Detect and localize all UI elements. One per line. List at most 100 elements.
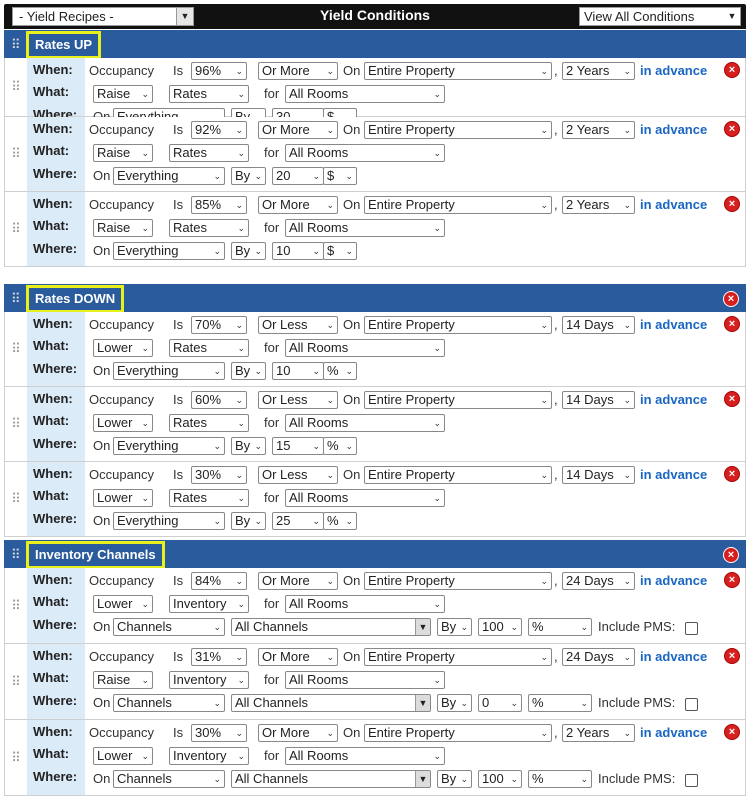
drag-handle-icon[interactable]: ⠿ — [5, 644, 27, 719]
comparison-select[interactable]: Or Less ⌄ — [258, 316, 338, 334]
occupancy-select[interactable]: 85% ⌄ — [191, 196, 247, 214]
by-select[interactable]: By⌄ — [437, 694, 472, 712]
property-select[interactable]: Entire Property ⌄ — [364, 572, 552, 590]
unit-select[interactable]: % ⌄ — [528, 694, 592, 712]
unit-select[interactable]: $⌄ — [323, 167, 357, 185]
target-select[interactable]: Rates ⌄ — [169, 414, 249, 432]
action-select[interactable]: Raise ⌄ — [93, 219, 153, 237]
include-pms-checkbox[interactable] — [685, 774, 698, 787]
by-select[interactable]: By⌄ — [437, 618, 472, 636]
advance-select[interactable]: 2 Years ⌄ — [562, 121, 635, 139]
in-advance-link[interactable]: in advance — [640, 315, 707, 335]
by-select[interactable]: By⌄ — [231, 437, 266, 455]
comparison-select[interactable]: Or More ⌄ — [258, 121, 338, 139]
in-advance-link[interactable]: in advance — [640, 647, 707, 667]
delete-icon[interactable]: × — [724, 196, 740, 212]
delete-icon[interactable]: × — [723, 291, 739, 307]
by-select[interactable]: By⌄ — [231, 242, 266, 260]
target-select[interactable]: Rates ⌄ — [169, 339, 249, 357]
rooms-select[interactable]: All Rooms ⌄ — [285, 85, 445, 103]
target-select[interactable]: Rates ⌄ — [169, 144, 249, 162]
property-select[interactable]: Entire Property ⌄ — [364, 316, 552, 334]
in-advance-link[interactable]: in advance — [640, 723, 707, 743]
rooms-select[interactable]: All Rooms ⌄ — [285, 144, 445, 162]
unit-select[interactable]: % ⌄ — [528, 770, 592, 788]
property-select[interactable]: Entire Property ⌄ — [364, 391, 552, 409]
by-select[interactable]: By⌄ — [231, 167, 266, 185]
occupancy-select[interactable]: 84% ⌄ — [191, 572, 247, 590]
in-advance-link[interactable]: in advance — [640, 390, 707, 410]
on-select[interactable]: Channels ⌄ — [113, 770, 225, 788]
channels-select[interactable]: All Channels ▼ — [231, 618, 431, 636]
on-select[interactable]: Everything ⌄ — [113, 437, 225, 455]
by-select[interactable]: By⌄ — [437, 770, 472, 788]
drag-handle-icon[interactable]: ⠿ — [5, 192, 27, 266]
drag-handle-icon[interactable]: ⠿ — [11, 547, 21, 563]
on-select[interactable]: Channels ⌄ — [113, 694, 225, 712]
delete-icon[interactable]: × — [724, 572, 740, 588]
delete-icon[interactable]: × — [723, 547, 739, 563]
unit-select[interactable]: % ⌄ — [323, 437, 357, 455]
property-select[interactable]: Entire Property ⌄ — [364, 196, 552, 214]
in-advance-link[interactable]: in advance — [640, 571, 707, 591]
drag-handle-icon[interactable]: ⠿ — [5, 387, 27, 461]
drag-handle-icon[interactable]: ⠿ — [5, 462, 27, 536]
comparison-select[interactable]: Or More ⌄ — [258, 572, 338, 590]
rooms-select[interactable]: All Rooms ⌄ — [285, 219, 445, 237]
action-select[interactable]: Lower ⌄ — [93, 414, 153, 432]
property-select[interactable]: Entire Property ⌄ — [364, 466, 552, 484]
on-select[interactable]: Everything ⌄ — [113, 242, 225, 260]
occupancy-select[interactable]: 70% ⌄ — [191, 316, 247, 334]
drag-handle-icon[interactable]: ⠿ — [11, 37, 21, 53]
occupancy-select[interactable]: 96% ⌄ — [191, 62, 247, 80]
target-select[interactable]: Rates ⌄ — [169, 219, 249, 237]
rooms-select[interactable]: All Rooms ⌄ — [285, 671, 445, 689]
comparison-select[interactable]: Or More ⌄ — [258, 62, 338, 80]
drag-handle-icon[interactable]: ⠿ — [5, 720, 27, 795]
drag-handle-icon[interactable]: ⠿ — [5, 58, 27, 116]
advance-select[interactable]: 2 Years ⌄ — [562, 62, 635, 80]
drag-handle-icon[interactable]: ⠿ — [5, 312, 27, 386]
advance-select[interactable]: 24 Days ⌄ — [562, 572, 635, 590]
occupancy-select[interactable]: 60% ⌄ — [191, 391, 247, 409]
action-select[interactable]: Raise ⌄ — [93, 671, 153, 689]
on-select[interactable]: Everything ⌄ — [113, 167, 225, 185]
drag-handle-icon[interactable]: ⠿ — [5, 117, 27, 191]
in-advance-link[interactable]: in advance — [640, 465, 707, 485]
target-select[interactable]: Rates ⌄ — [169, 85, 249, 103]
channels-select[interactable]: All Channels ▼ — [231, 694, 431, 712]
amount-select[interactable]: 25 ⌄ — [272, 512, 324, 530]
include-pms-checkbox[interactable] — [685, 698, 698, 711]
comparison-select[interactable]: Or Less ⌄ — [258, 391, 338, 409]
target-select[interactable]: Inventory ⌄ — [169, 671, 249, 689]
occupancy-select[interactable]: 30% ⌄ — [191, 466, 247, 484]
action-select[interactable]: Lower ⌄ — [93, 489, 153, 507]
rooms-select[interactable]: All Rooms ⌄ — [285, 747, 445, 765]
by-select[interactable]: By⌄ — [231, 362, 266, 380]
target-select[interactable]: Inventory ⌄ — [169, 747, 249, 765]
comparison-select[interactable]: Or Less ⌄ — [258, 466, 338, 484]
advance-select[interactable]: 2 Years ⌄ — [562, 196, 635, 214]
rooms-select[interactable]: All Rooms ⌄ — [285, 414, 445, 432]
rooms-select[interactable]: All Rooms ⌄ — [285, 339, 445, 357]
delete-icon[interactable]: × — [724, 391, 740, 407]
view-all-conditions-select[interactable]: View All Conditions ▼ — [579, 7, 741, 26]
occupancy-select[interactable]: 92% ⌄ — [191, 121, 247, 139]
unit-select[interactable]: $⌄ — [323, 242, 357, 260]
target-select[interactable]: Rates ⌄ — [169, 489, 249, 507]
amount-select[interactable]: 10 ⌄ — [272, 242, 324, 260]
target-select[interactable]: Inventory ⌄ — [169, 595, 249, 613]
action-select[interactable]: Lower ⌄ — [93, 595, 153, 613]
amount-select[interactable]: 10 ⌄ — [272, 362, 324, 380]
delete-icon[interactable]: × — [724, 466, 740, 482]
delete-icon[interactable]: × — [724, 316, 740, 332]
in-advance-link[interactable]: in advance — [640, 61, 707, 81]
occupancy-select[interactable]: 31% ⌄ — [191, 648, 247, 666]
amount-select[interactable]: 0 ⌄ — [478, 694, 522, 712]
advance-select[interactable]: 14 Days ⌄ — [562, 316, 635, 334]
amount-select[interactable]: 100 ⌄ — [478, 770, 522, 788]
in-advance-link[interactable]: in advance — [640, 120, 707, 140]
property-select[interactable]: Entire Property ⌄ — [364, 648, 552, 666]
amount-select[interactable]: 20 ⌄ — [272, 167, 324, 185]
advance-select[interactable]: 24 Days ⌄ — [562, 648, 635, 666]
